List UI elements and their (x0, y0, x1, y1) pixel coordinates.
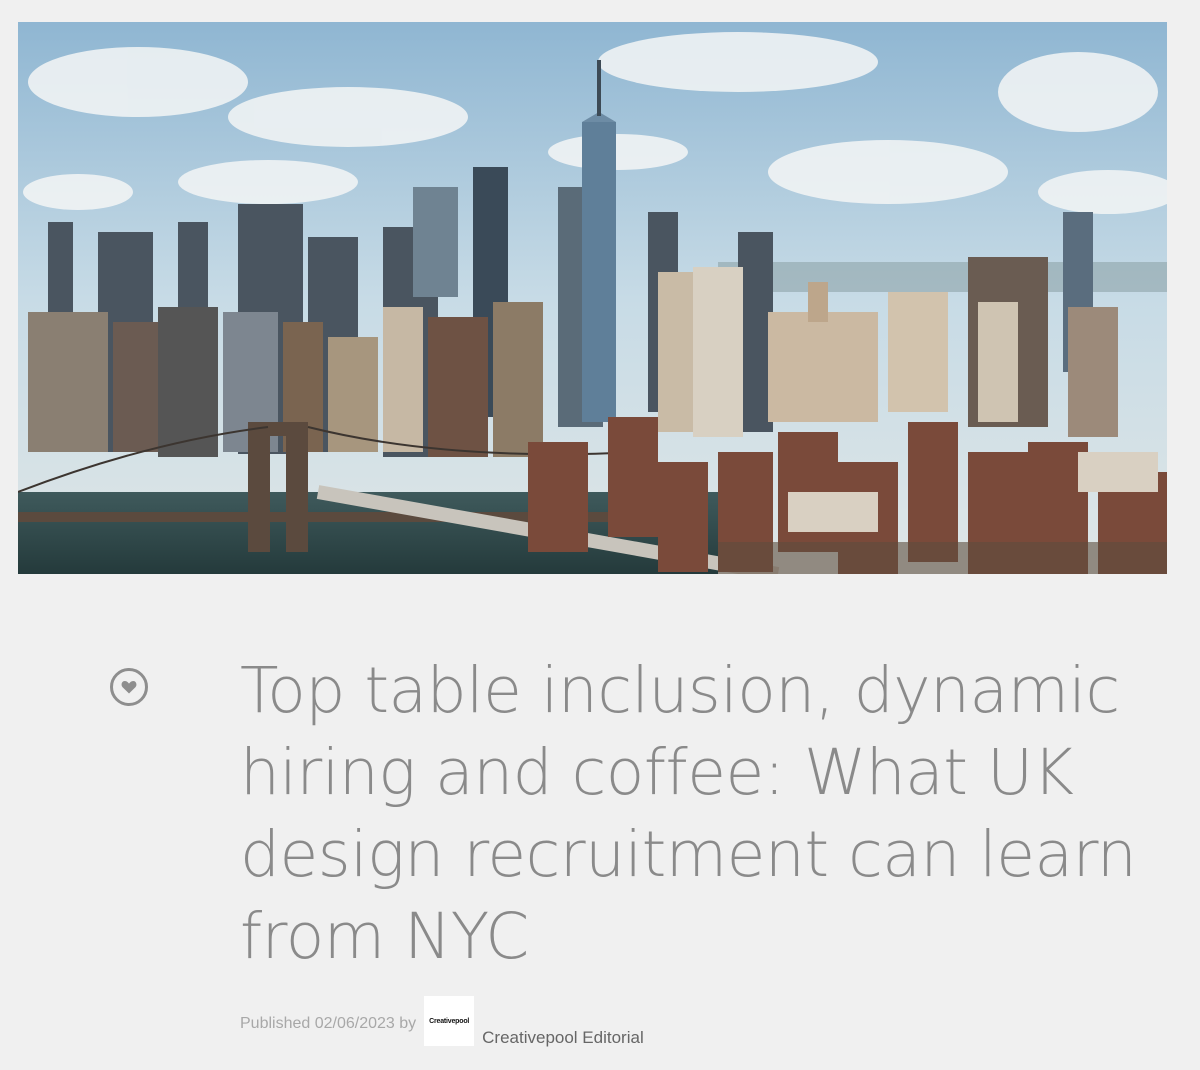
published-date: Published 02/06/2023 by (240, 1015, 417, 1032)
heart-icon (121, 680, 137, 694)
article-page: Top table inclusion, dynamic hiring and … (0, 0, 1200, 1070)
like-button[interactable] (110, 668, 148, 706)
author-name-link[interactable]: Creativepool Editorial (482, 1028, 644, 1048)
article-meta: Published 02/06/2023 by Creativepool Cre… (240, 996, 644, 1050)
nyc-skyline-illustration (18, 22, 1167, 574)
author-logo[interactable]: Creativepool (424, 996, 475, 1046)
article-title: Top table inclusion, dynamic hiring and … (240, 654, 1137, 973)
hero-image (18, 22, 1167, 574)
author-logo-text: Creativepool (429, 1017, 470, 1025)
